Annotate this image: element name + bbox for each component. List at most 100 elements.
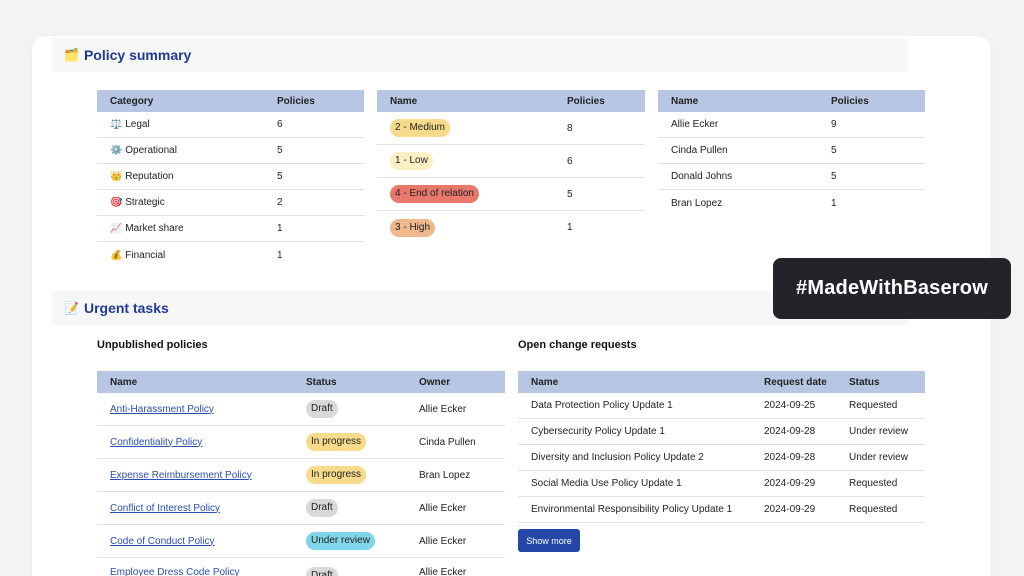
policy-link[interactable]: Expense Reimbursement Policy	[110, 470, 252, 481]
status-badge: In progress	[306, 433, 367, 451]
request-status: Under review	[849, 452, 908, 463]
request-status: Requested	[849, 478, 898, 489]
change-requests-header: Name Request date Status	[518, 371, 925, 393]
table-row[interactable]: Diversity and Inclusion Policy Update 2 …	[518, 445, 925, 471]
category-name: Financial	[125, 249, 166, 261]
crown-icon: 👑	[110, 171, 123, 182]
table-row[interactable]: Code of Conduct Policy Under review Alli…	[97, 525, 505, 558]
category-table: Category Policies ⚖️ Legal 6 ⚙️ Operatio…	[97, 90, 364, 268]
table-row[interactable]: Expense Reimbursement Policy In progress…	[97, 459, 505, 492]
table-row[interactable]: 3 - High 1	[377, 211, 645, 244]
status-badge: Draft	[306, 567, 338, 576]
column-header-name: Name	[390, 95, 418, 107]
priority-badge: 4 - End of relation	[390, 185, 479, 203]
table-row[interactable]: Bran Lopez 1	[658, 190, 925, 216]
owner-name: Allie Ecker	[419, 535, 467, 547]
policy-count: 1	[277, 249, 283, 261]
request-name: Social Media Use Policy Update 1	[531, 478, 682, 489]
policy-count: 1	[567, 222, 573, 233]
policy-count: 5	[277, 171, 283, 182]
column-header-owner: Owner	[419, 376, 451, 388]
table-row[interactable]: 💰 Financial 1	[97, 242, 364, 268]
owner-name: Allie Ecker	[419, 567, 467, 576]
policy-summary-title: Policy summary	[83, 47, 192, 63]
table-row[interactable]: 4 - End of relation 5	[377, 178, 645, 211]
table-row[interactable]: Cybersecurity Policy Update 1 2024-09-28…	[518, 419, 925, 445]
chart-icon: 📈	[110, 223, 123, 234]
table-row[interactable]: ⚖️ Legal 6	[97, 112, 364, 138]
priority-table: Name Policies 2 - Medium 8 1 - Low 6 4 -…	[377, 90, 645, 244]
request-name: Data Protection Policy Update 1	[531, 400, 673, 411]
request-status: Under review	[849, 426, 908, 437]
column-header-policies: Policies	[831, 95, 869, 107]
owner-name: Bran Lopez	[671, 197, 723, 209]
category-table-header: Category Policies	[97, 90, 364, 112]
column-header-category: Category	[110, 95, 154, 107]
request-date: 2024-09-29	[764, 504, 816, 515]
policy-link[interactable]: Conflict of Interest Policy	[110, 503, 220, 514]
folder-icon: 🗂️	[64, 48, 79, 62]
owner-name: Cinda Pullen	[671, 145, 728, 156]
request-name: Cybersecurity Policy Update 1	[531, 426, 665, 437]
policy-count: 8	[567, 122, 573, 134]
priority-badge: 1 - Low	[390, 152, 433, 170]
unpublished-table-header: Name Status Owner	[97, 371, 505, 393]
category-name: Strategic	[125, 197, 165, 208]
table-row[interactable]: Data Protection Policy Update 1 2024-09-…	[518, 393, 925, 419]
policy-link[interactable]: Anti-Harassment Policy	[110, 404, 214, 415]
category-name: Legal	[125, 119, 150, 130]
request-status: Requested	[849, 504, 898, 515]
policy-count: 2	[277, 197, 283, 208]
owner-name: Donald Johns	[671, 171, 733, 182]
request-date: 2024-09-28	[764, 426, 816, 437]
table-row[interactable]: Cinda Pullen 5	[658, 138, 925, 164]
policy-count: 6	[567, 155, 573, 167]
policy-count: 6	[277, 119, 283, 130]
change-requests-table: Name Request date Status Data Protection…	[518, 371, 925, 523]
table-row[interactable]: Conflict of Interest Policy Draft Allie …	[97, 492, 505, 525]
column-header-request-date: Request date	[764, 376, 827, 388]
policy-count: 9	[831, 119, 837, 130]
table-row[interactable]: Environmental Responsibility Policy Upda…	[518, 497, 925, 523]
table-row[interactable]: 📈 Market share 1	[97, 216, 364, 242]
policy-count: 5	[277, 145, 283, 156]
policy-count: 1	[277, 223, 283, 234]
policy-link[interactable]: Confidentiality Policy	[110, 437, 202, 448]
request-date: 2024-09-25	[764, 400, 816, 411]
scale-icon: ⚖️	[110, 119, 123, 130]
table-row[interactable]: ⚙️ Operational 5	[97, 138, 364, 164]
gear-icon: ⚙️	[110, 145, 123, 156]
policy-count: 5	[567, 188, 573, 200]
owner-name: Bran Lopez	[419, 469, 471, 481]
column-header-status: Status	[306, 376, 337, 388]
table-row[interactable]: Anti-Harassment Policy Draft Allie Ecker	[97, 393, 505, 426]
table-row[interactable]: Employee Dress Code Policy Draft Allie E…	[97, 558, 505, 576]
table-row[interactable]: Confidentiality Policy In progress Cinda…	[97, 426, 505, 459]
request-name: Environmental Responsibility Policy Upda…	[531, 504, 733, 515]
table-row[interactable]: 🎯 Strategic 2	[97, 190, 364, 216]
table-row[interactable]: 1 - Low 6	[377, 145, 645, 178]
table-row[interactable]: 2 - Medium 8	[377, 112, 645, 145]
owner-table: Name Policies Allie Ecker 9 Cinda Pullen…	[658, 90, 925, 216]
urgent-tasks-title: Urgent tasks	[83, 300, 169, 316]
unpublished-policies-table: Name Status Owner Anti-Harassment Policy…	[97, 371, 505, 576]
show-more-button[interactable]: Show more	[518, 529, 580, 552]
table-row[interactable]: Donald Johns 5	[658, 164, 925, 190]
policy-summary-header: 🗂️ Policy summary	[52, 38, 907, 72]
owner-table-header: Name Policies	[658, 90, 925, 112]
status-badge: In progress	[306, 466, 367, 484]
request-date: 2024-09-28	[764, 452, 816, 463]
priority-table-header: Name Policies	[377, 90, 645, 112]
column-header-policies: Policies	[567, 95, 605, 107]
category-name: Reputation	[125, 171, 174, 182]
made-with-baserow-badge: #MadeWithBaserow	[773, 258, 1011, 319]
priority-badge: 3 - High	[390, 218, 436, 237]
table-row[interactable]: 👑 Reputation 5	[97, 164, 364, 190]
table-row[interactable]: Allie Ecker 9	[658, 112, 925, 138]
status-badge: Under review	[306, 532, 375, 550]
open-change-requests-title: Open change requests	[518, 339, 637, 351]
table-row[interactable]: Social Media Use Policy Update 1 2024-09…	[518, 471, 925, 497]
policy-link[interactable]: Code of Conduct Policy	[110, 536, 215, 547]
owner-name: Allie Ecker	[671, 119, 719, 130]
policy-link[interactable]: Employee Dress Code Policy	[110, 567, 240, 576]
